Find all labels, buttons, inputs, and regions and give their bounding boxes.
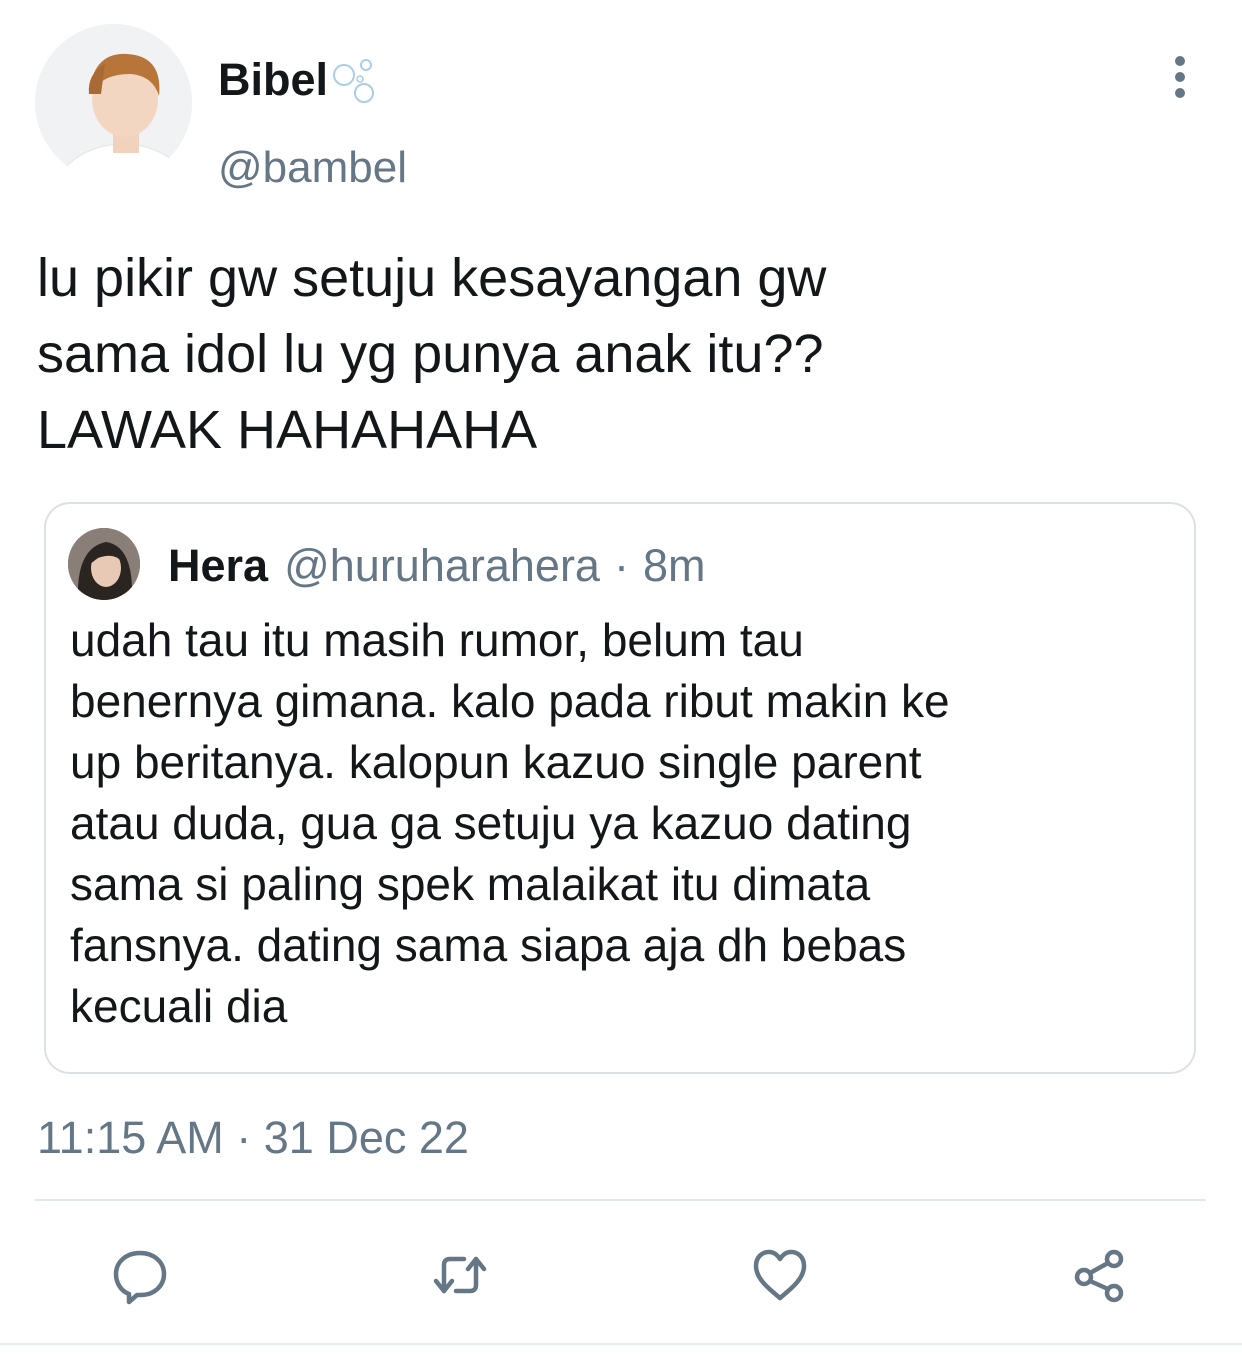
quoted-time: 8m — [642, 540, 706, 591]
author-avatar[interactable] — [35, 24, 192, 181]
author-handle[interactable]: @bambel — [218, 138, 407, 198]
avatar-image — [35, 24, 192, 181]
quoted-display-name: Hera — [168, 540, 269, 591]
quoted-tweet-header: Hera @huruharahera · 8m — [168, 536, 705, 596]
quoted-avatar-image — [68, 528, 140, 600]
quoted-tweet-text: udah tau itu masih rumor, belum tau bene… — [70, 614, 950, 1032]
tweet-text: lu pikir gw setuju kesayangan gw sama id… — [37, 248, 827, 460]
retweet-icon — [433, 1256, 487, 1294]
retweet-button[interactable] — [425, 1240, 495, 1310]
bubbles-emoji-icon — [333, 59, 375, 103]
divider — [35, 1199, 1206, 1201]
quoted-handle: @huruharahera — [284, 540, 600, 591]
like-icon — [753, 1249, 807, 1301]
author-display-name[interactable]: Bibel — [218, 54, 328, 106]
more-options-icon[interactable] — [1160, 52, 1200, 102]
author-name-row: Bibel — [218, 50, 384, 110]
share-button[interactable] — [1065, 1240, 1135, 1310]
quoted-separator: · — [613, 540, 629, 591]
reply-button[interactable] — [105, 1240, 175, 1310]
reply-icon — [113, 1250, 167, 1305]
like-button[interactable] — [745, 1240, 815, 1310]
share-icon — [1074, 1249, 1124, 1303]
tweet-timestamp[interactable]: 11:15 AM · 31 Dec 22 — [37, 1108, 469, 1168]
bottom-divider — [0, 1343, 1242, 1345]
quoted-author-avatar[interactable] — [68, 528, 140, 600]
